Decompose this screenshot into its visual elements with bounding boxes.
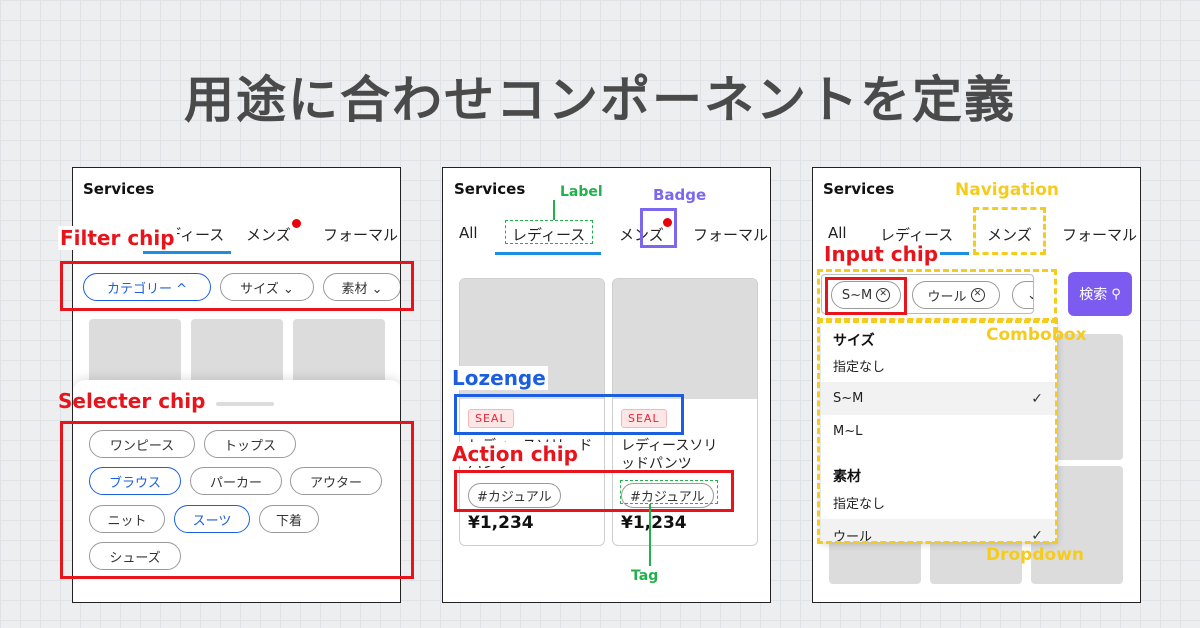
selecter-chip-annotation: Selecter chip bbox=[58, 389, 206, 413]
label-annotation: Label bbox=[560, 184, 603, 200]
tab-indicator bbox=[143, 251, 231, 254]
navigation-annotation: Navigation bbox=[955, 180, 1059, 200]
filter-chip-highlight bbox=[60, 261, 414, 311]
tab-formal[interactable]: フォーマル bbox=[1062, 224, 1137, 245]
badge-annotation: Badge bbox=[653, 186, 707, 204]
navigation-highlight bbox=[973, 207, 1046, 255]
tab-formal[interactable]: フォーマル bbox=[323, 224, 398, 245]
input-chip-highlight bbox=[825, 277, 907, 315]
tab-all[interactable]: All bbox=[828, 224, 847, 242]
tab-all[interactable]: All bbox=[459, 224, 478, 242]
tab-mens[interactable]: メンズ bbox=[246, 224, 291, 245]
sheet-handle[interactable] bbox=[216, 402, 274, 406]
lozenge-annotation: Lozenge bbox=[450, 366, 548, 390]
tab-formal[interactable]: フォーマル bbox=[693, 224, 768, 245]
services-heading: Services bbox=[83, 180, 155, 198]
tag-highlight bbox=[620, 480, 718, 504]
tag-pointer bbox=[649, 504, 651, 566]
search-icon: ⚲ bbox=[1111, 286, 1121, 302]
product-name: レディースソリッドパンツ bbox=[621, 438, 718, 472]
search-button[interactable]: 検索 ⚲ bbox=[1068, 272, 1132, 316]
filter-chip-annotation: Filter chip bbox=[58, 226, 177, 250]
services-heading: Services bbox=[454, 180, 526, 198]
input-chip-annotation: Input chip bbox=[822, 242, 941, 266]
product-price: ¥1,234 bbox=[621, 513, 687, 533]
tag-annotation: Tag bbox=[631, 568, 659, 584]
product-price: ¥1,234 bbox=[468, 513, 534, 533]
label-highlight bbox=[505, 220, 593, 244]
selecter-chip-highlight bbox=[60, 421, 414, 579]
lozenge-highlight bbox=[454, 394, 684, 435]
page-title: 用途に合わせコンポーネントを定義 bbox=[184, 71, 1016, 129]
action-chip-annotation: Action chip bbox=[450, 442, 580, 466]
notification-badge bbox=[292, 219, 301, 228]
badge-highlight bbox=[640, 208, 677, 248]
search-button-label: 検索 bbox=[1079, 287, 1108, 303]
label-pointer bbox=[553, 200, 555, 220]
tab-indicator bbox=[495, 252, 601, 255]
services-heading: Services bbox=[823, 180, 895, 198]
dropdown-highlight bbox=[817, 318, 1058, 544]
product-image bbox=[613, 279, 757, 399]
dropdown-annotation: Dropdown bbox=[986, 545, 1084, 565]
